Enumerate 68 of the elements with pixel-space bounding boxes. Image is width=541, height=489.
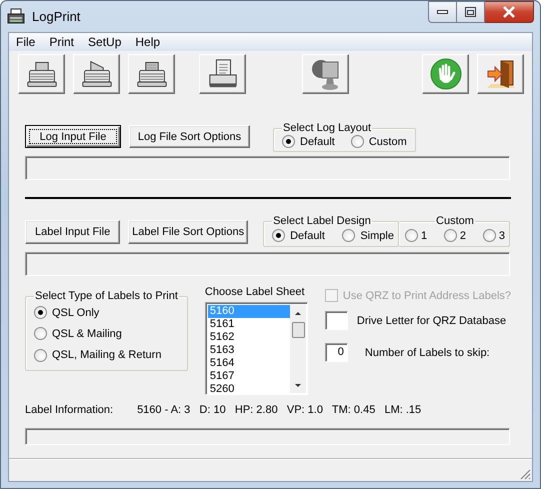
radio-button[interactable] — [342, 229, 356, 242]
close-button[interactable] — [485, 1, 534, 23]
radio-button[interactable] — [34, 348, 47, 362]
list-box[interactable]: 5160 5161 5162 5163 5164 5167 5260 — [204, 302, 308, 395]
printer-icon — [80, 58, 112, 90]
list-item[interactable]: 5162 — [208, 331, 290, 344]
printer-icon — [206, 58, 238, 90]
toolbar-button[interactable] — [422, 54, 469, 94]
maximize-icon — [465, 7, 476, 17]
computer-icon — [310, 57, 342, 91]
stop-hand-icon — [430, 58, 462, 90]
field-label: Drive Letter for QRZ Database — [356, 314, 506, 326]
radio-label: Custom — [368, 136, 407, 148]
input-field[interactable]: 0 — [324, 343, 348, 362]
toolbar-button[interactable] — [128, 54, 175, 94]
radio-button[interactable] — [444, 229, 457, 242]
group-title: Select Label Design — [272, 215, 372, 227]
group-title: Select Type of Labels to Print — [34, 290, 179, 302]
list-item[interactable]: 5161 — [208, 318, 290, 331]
radio-button[interactable] — [404, 229, 418, 242]
group-title: Select Log Layout — [282, 122, 372, 134]
checkbox-label: Use QRZ to Print Address Labels? — [342, 290, 512, 302]
toolbar-button[interactable] — [18, 54, 65, 94]
radio-label: QSL & Mailing — [52, 328, 122, 340]
radio-button[interactable] — [482, 229, 496, 242]
list-caption: Choose Label Sheet — [204, 285, 306, 299]
window-title: LogPrint — [32, 9, 80, 24]
toolbar-button[interactable] — [302, 54, 349, 94]
radio-button[interactable] — [272, 229, 286, 242]
toolbar-button[interactable] — [73, 54, 120, 94]
input-field[interactable] — [324, 311, 348, 330]
radio-label: 3 — [498, 230, 505, 242]
radio-label: Default — [300, 136, 335, 148]
push-button[interactable]: Log Input File — [25, 125, 121, 148]
menu-item[interactable]: SetUp — [81, 35, 128, 49]
toolbar-button[interactable] — [199, 54, 246, 94]
radio-label: Default — [290, 230, 325, 242]
radio-button[interactable] — [34, 306, 47, 320]
list-item[interactable]: 5260 — [208, 383, 290, 394]
minimize-icon — [437, 10, 448, 14]
radio-button[interactable] — [34, 327, 47, 340]
minimize-button[interactable] — [428, 1, 457, 23]
maximize-button[interactable] — [457, 1, 485, 23]
menu-item[interactable]: Help — [128, 35, 168, 49]
printer-icon — [7, 8, 25, 26]
list-item[interactable]: 5163 — [208, 344, 290, 357]
menu-item[interactable]: Print — [42, 35, 82, 49]
radio-label: QSL, Mailing & Return — [52, 349, 162, 362]
field-label: Number of Labels to skip: — [364, 346, 490, 358]
toolbar-button[interactable] — [477, 54, 524, 94]
push-button[interactable]: Log File Sort Options — [129, 125, 250, 148]
radio-label: Simple — [360, 230, 394, 242]
list-item[interactable]: 5164 — [208, 357, 290, 370]
resize-grip-icon[interactable] — [519, 468, 531, 480]
radio-label: 2 — [460, 230, 466, 242]
radio-button[interactable] — [350, 135, 364, 148]
radio-label: 1 — [420, 230, 428, 242]
menu-item[interactable]: File — [9, 35, 42, 49]
exit-door-icon — [484, 58, 516, 90]
list-item[interactable]: 5167 — [208, 370, 290, 383]
radio-label: QSL Only — [52, 306, 100, 319]
info-value: 5160 - A: 3 D: 10 HP: 2.80 VP: 1.0 TM: 0.45 LM: .15 — [137, 404, 422, 418]
group-title: Custom — [435, 215, 475, 227]
push-button[interactable]: Label File Sort Options — [128, 220, 248, 244]
push-button[interactable]: Label Input File — [25, 220, 120, 244]
close-icon — [502, 6, 516, 18]
info-label: Label Information: — [25, 404, 114, 418]
radio-button[interactable] — [282, 135, 295, 148]
